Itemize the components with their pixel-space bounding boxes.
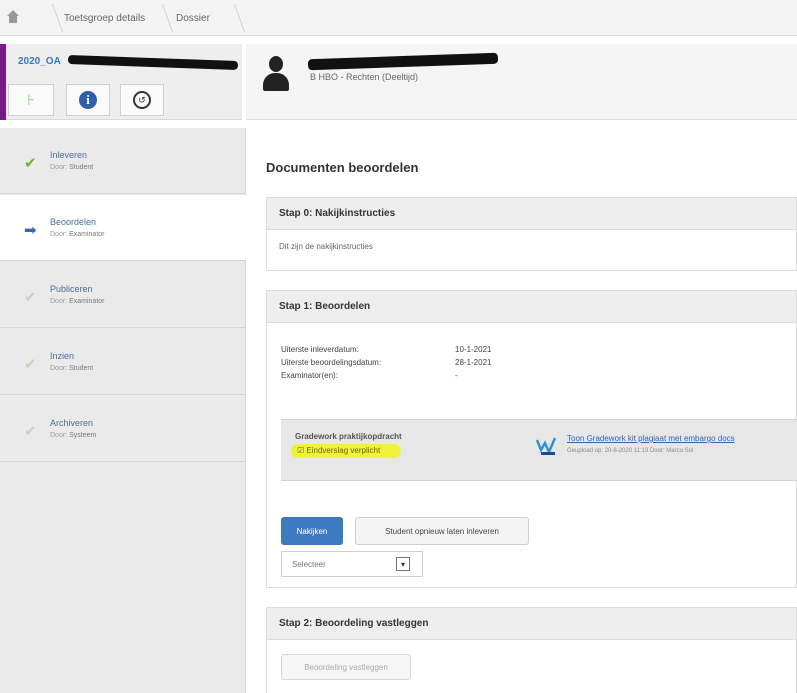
step-title: Archiveren — [50, 418, 94, 428]
student-program: B HBO - Rechten (Deeltijd) — [310, 72, 419, 82]
select-value: Selecteer — [292, 560, 326, 569]
panel-step2: Stap 2: Beoordeling vastleggen Beoordeli… — [266, 607, 797, 693]
step-actor: Door: Examinator — [50, 298, 105, 305]
step-beoordelen[interactable]: ➡ Beoordelen Door: Examinator — [0, 195, 246, 261]
breadcrumb-item-toetsgroep[interactable]: Toetsgroep details — [50, 4, 174, 32]
document-link[interactable]: Toon Gradework kit plagiaat met embargo … — [567, 434, 735, 443]
workflow-steps: ✔ Inleveren Door: Student ➡ Beoordelen D… — [0, 128, 246, 693]
instructions-text: Dit zijn de nakijkinstructies — [279, 242, 373, 251]
gradework-icon — [535, 437, 557, 455]
breadcrumb: Toetsgroep details Dossier — [0, 0, 797, 36]
info-button[interactable]: i — [66, 84, 110, 116]
grading-deadline-label: Uiterste beoordelingsdatum: — [281, 358, 382, 367]
breadcrumb-label: Toetsgroep details — [64, 12, 146, 24]
redaction-bar — [67, 55, 239, 70]
group-code[interactable]: 2020_OA — [18, 56, 61, 67]
group-accent-bar — [0, 44, 6, 120]
info-icon: i — [79, 91, 97, 109]
action-select[interactable]: Selecteer ▾ — [281, 551, 423, 577]
step-publiceren[interactable]: ✔ Publiceren Door: Examinator — [0, 262, 246, 328]
panel-step0: Stap 0: Nakijkinstructies Dit zijn de na… — [266, 197, 797, 271]
deadline-label: Uiterste inleverdatum: — [281, 345, 359, 354]
avatar — [260, 56, 292, 92]
check-icon: ✔ — [24, 423, 37, 440]
grading-deadline-value: 28-1-2021 — [455, 358, 492, 367]
breadcrumb-item-dossier[interactable]: Dossier — [160, 4, 246, 32]
history-icon: ↺ — [133, 91, 151, 109]
step-inleveren[interactable]: ✔ Inleveren Door: Student — [0, 128, 246, 194]
upload-meta: Geupload op: 20-8-2020 11:19 Door: Marco… — [567, 448, 694, 454]
student-header: B HBO - Rechten (Deeltijd) — [246, 44, 797, 120]
group-header: 2020_OA ⊦ i ↺ — [0, 44, 242, 120]
step-title: Inleveren — [50, 150, 88, 160]
examiners-label: Examinator(en): — [281, 371, 338, 380]
breadcrumb-sep — [20, 4, 64, 32]
breadcrumb-label: Dossier — [176, 12, 210, 24]
resubmit-button[interactable]: Student opnieuw laten inleveren — [355, 517, 529, 545]
save-grade-button[interactable]: Beoordeling vastleggen — [281, 654, 411, 680]
tree-icon: ⊦ — [27, 92, 35, 109]
redaction-bar — [307, 52, 499, 71]
step-title: Publiceren — [50, 284, 93, 294]
tree-view-button[interactable]: ⊦ — [8, 84, 54, 116]
check-icon: ✔ — [24, 289, 37, 306]
arrow-right-icon: ➡ — [24, 222, 37, 239]
assignment-label: Gradework praktijkopdracht — [295, 432, 402, 441]
check-icon: ✔ — [24, 356, 37, 373]
page-title: Documenten beoordelen — [266, 160, 419, 175]
chevron-down-icon: ▾ — [396, 557, 410, 571]
panel-heading: Stap 2: Beoordeling vastleggen — [267, 608, 796, 640]
examiners-value: - — [455, 371, 458, 380]
step-title: Inzien — [50, 351, 75, 361]
step-title: Beoordelen — [50, 217, 97, 227]
history-button[interactable]: ↺ — [120, 84, 164, 116]
panel-step1: Stap 1: Beoordelen Uiterste inleverdatum… — [266, 290, 797, 588]
home-icon[interactable] — [6, 10, 20, 24]
submission-box: Gradework praktijkopdracht ☑ Eindverslag… — [281, 419, 797, 481]
step-actor: Door: Student — [50, 365, 94, 372]
step-actor: Door: Examinator — [50, 231, 105, 238]
step-actor: Door: Systeem — [50, 432, 97, 439]
step-inzien[interactable]: ✔ Inzien Door: Student — [0, 329, 246, 395]
grade-button[interactable]: Nakijken — [281, 517, 343, 545]
panel-heading: Stap 0: Nakijkinstructies — [267, 198, 796, 230]
panel-heading: Stap 1: Beoordelen — [267, 291, 796, 323]
deadline-value: 10-1-2021 — [455, 345, 492, 354]
step-actor: Door: Student — [50, 164, 94, 171]
step-archiveren[interactable]: ✔ Archiveren Door: Systeem — [0, 396, 246, 462]
required-note: ☑ Eindverslag verplicht — [297, 446, 381, 455]
check-icon: ✔ — [24, 155, 37, 172]
